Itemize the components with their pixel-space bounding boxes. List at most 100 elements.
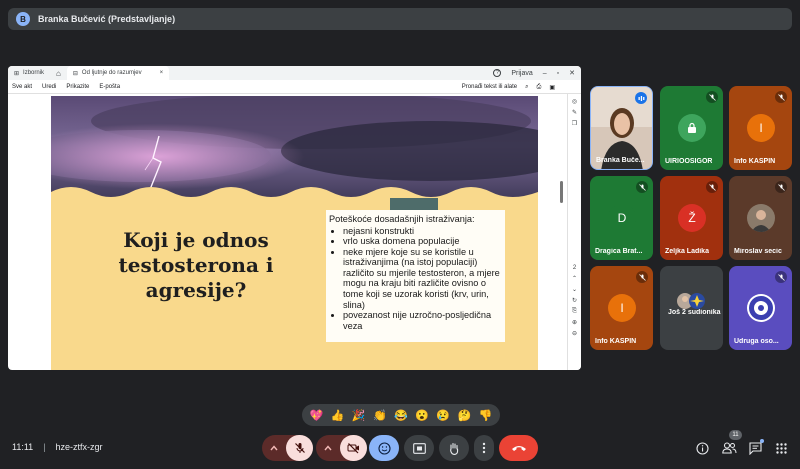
participant-tile[interactable]: UIRIOOSIGOR <box>660 86 723 170</box>
chat-button[interactable] <box>747 439 764 456</box>
menu-all-tools[interactable]: Sve akt <box>12 84 32 90</box>
participant-name: Još 2 sudionika <box>668 309 721 316</box>
speaking-indicator-icon <box>635 92 647 104</box>
page-up-icon[interactable]: ⌃ <box>572 275 577 282</box>
more-options-button[interactable] <box>474 435 494 461</box>
storm-background-image <box>51 96 538 206</box>
reaction-thinking[interactable]: 🤔 <box>457 409 471 422</box>
info-icon <box>695 441 709 455</box>
page-down-icon[interactable]: ⌄ <box>572 286 577 293</box>
meeting-info: 11:11 | hze-ztfx-zgr <box>12 442 103 452</box>
participant-avatar: D <box>608 204 636 232</box>
mic-off-icon <box>294 443 305 453</box>
participant-name: Miroslav secic <box>734 248 782 255</box>
present-screen-icon <box>412 442 426 454</box>
zoom-out-icon[interactable]: ⊖ <box>572 330 577 337</box>
reaction-surprised[interactable]: 😮 <box>415 409 429 422</box>
maximize-icon[interactable]: ▫ <box>557 70 559 77</box>
activities-button[interactable] <box>773 440 789 456</box>
reaction-thumbs-down[interactable]: 👎 <box>479 409 493 422</box>
search-icon[interactable]: ⌕ <box>525 84 528 91</box>
participant-name: Info KASPIN <box>734 158 776 165</box>
close-icon[interactable]: × <box>160 70 164 76</box>
print-icon[interactable]: ⎙ <box>537 84 542 91</box>
participant-photo <box>747 204 775 232</box>
mic-off-icon <box>636 181 648 193</box>
presenter-bar: B Branka Bučević (Predstavljanje) <box>8 8 792 30</box>
menu-edit[interactable]: Uredi <box>42 84 56 90</box>
menu-email[interactable]: E-pošta <box>99 84 120 90</box>
tab-document[interactable]: ⊟ Od ljutnje do razumjev × <box>66 66 170 80</box>
chat-notification-dot <box>760 439 764 443</box>
fill-sign-icon[interactable]: ✎ <box>572 109 577 116</box>
participant-tile[interactable]: Ž Željka Ladika <box>660 176 723 260</box>
tab-izbornik[interactable]: ⊞ Izbornik <box>8 66 50 80</box>
people-button[interactable] <box>720 440 738 456</box>
rotate-icon[interactable]: ↻ <box>572 297 577 304</box>
participant-tile-group[interactable]: Još 2 sudionika <box>660 266 723 350</box>
reaction-sad[interactable]: 😢 <box>436 409 450 422</box>
camera-control-group <box>316 435 367 461</box>
clock-time: 11:11 <box>12 442 34 452</box>
raise-hand-button[interactable] <box>439 435 469 461</box>
participant-tile[interactable]: Udruga oso... <box>729 266 792 350</box>
present-screen-button[interactable] <box>404 435 434 461</box>
participant-tile[interactable]: Miroslav secic <box>729 176 792 260</box>
pages-icon[interactable]: ❐ <box>572 120 577 127</box>
tab-label: Od ljutnje do razumjev <box>81 70 142 76</box>
tab-label: Izbornik <box>23 70 45 76</box>
participant-tile[interactable]: D Dragica Brat... <box>590 176 653 260</box>
toolbar-right: Pronađi tekst ili alate ⌕ ⎙ ▣ <box>462 80 555 94</box>
close-window-icon[interactable]: ✕ <box>569 69 575 77</box>
grid-icon: ⊞ <box>14 70 20 77</box>
mic-options-chevron-icon[interactable] <box>262 445 286 451</box>
home-icon[interactable]: ⌂ <box>50 66 67 80</box>
participant-avatar: I <box>747 114 775 142</box>
participant-name: Info KASPIN <box>595 338 637 345</box>
shared-screen: ⊞ Izbornik ⌂ ⊟ Od ljutnje do razumjev × … <box>8 66 581 370</box>
reaction-party[interactable]: 🎉 <box>352 409 366 422</box>
participant-avatar: I <box>608 294 636 322</box>
chat-icon <box>748 441 762 455</box>
note-bullet: nejasni konstrukti <box>343 226 501 237</box>
meeting-code: hze-ztfx-zgr <box>55 442 103 452</box>
find-tools-search[interactable]: Pronađi tekst ili alate <box>462 84 517 90</box>
page-number-icon[interactable]: 2 <box>573 265 576 271</box>
save-icon[interactable]: ▣ <box>549 84 555 91</box>
copy-icon[interactable]: ⎘ <box>572 308 577 315</box>
reaction-clap[interactable]: 👏 <box>373 409 387 422</box>
mic-off-icon <box>706 91 718 103</box>
participant-tile[interactable]: I Info KASPIN <box>590 266 653 350</box>
people-icon <box>721 442 736 454</box>
mic-toggle-button[interactable] <box>286 435 313 461</box>
reaction-thumbs-up[interactable]: 👍 <box>331 409 345 422</box>
participant-count-badge: 11 <box>729 430 742 440</box>
menu-view[interactable]: Prikazite <box>66 84 89 90</box>
mic-off-icon <box>636 271 648 283</box>
participant-name: UIRIOOSIGOR <box>665 158 713 165</box>
reaction-laugh[interactable]: 😂 <box>394 409 408 422</box>
meeting-details-button[interactable] <box>694 440 710 456</box>
comment-icon[interactable]: ◎ <box>572 98 577 105</box>
login-link[interactable]: Prijava <box>511 70 532 77</box>
help-icon[interactable]: ? <box>493 69 502 77</box>
slide-scrollbar[interactable] <box>560 181 563 203</box>
reactions-button[interactable] <box>369 435 399 461</box>
phone-hangup-icon <box>511 446 526 451</box>
zoom-in-icon[interactable]: ⊕ <box>572 319 577 326</box>
participant-avatar: Ž <box>678 204 706 232</box>
camera-toggle-button[interactable] <box>340 435 367 461</box>
note-heading: Poteškoće dosadašnjih istraživanja: <box>329 214 475 224</box>
minimize-icon[interactable]: – <box>543 70 547 77</box>
mic-off-icon <box>706 181 718 193</box>
camera-options-chevron-icon[interactable] <box>316 445 340 451</box>
browser-tab-strip: ⊞ Izbornik ⌂ ⊟ Od ljutnje do razumjev × … <box>8 66 581 80</box>
reactions-bar: 💖 👍 🎉 👏 😂 😮 😢 🤔 👎 <box>302 404 500 426</box>
participant-tile[interactable]: Branka Buče... <box>590 86 653 170</box>
reader-side-toolbar: ◎ ✎ ❐ 2 ⌃ ⌄ ↻ ⎘ ⊕ ⊖ <box>567 94 581 370</box>
reaction-heart[interactable]: 💖 <box>310 409 324 422</box>
end-call-button[interactable] <box>499 435 538 461</box>
note-bullet-list: nejasni konstrukti vrlo uska domena popu… <box>329 226 501 332</box>
presenter-avatar: B <box>16 12 30 26</box>
participant-tile[interactable]: I Info KASPIN <box>729 86 792 170</box>
